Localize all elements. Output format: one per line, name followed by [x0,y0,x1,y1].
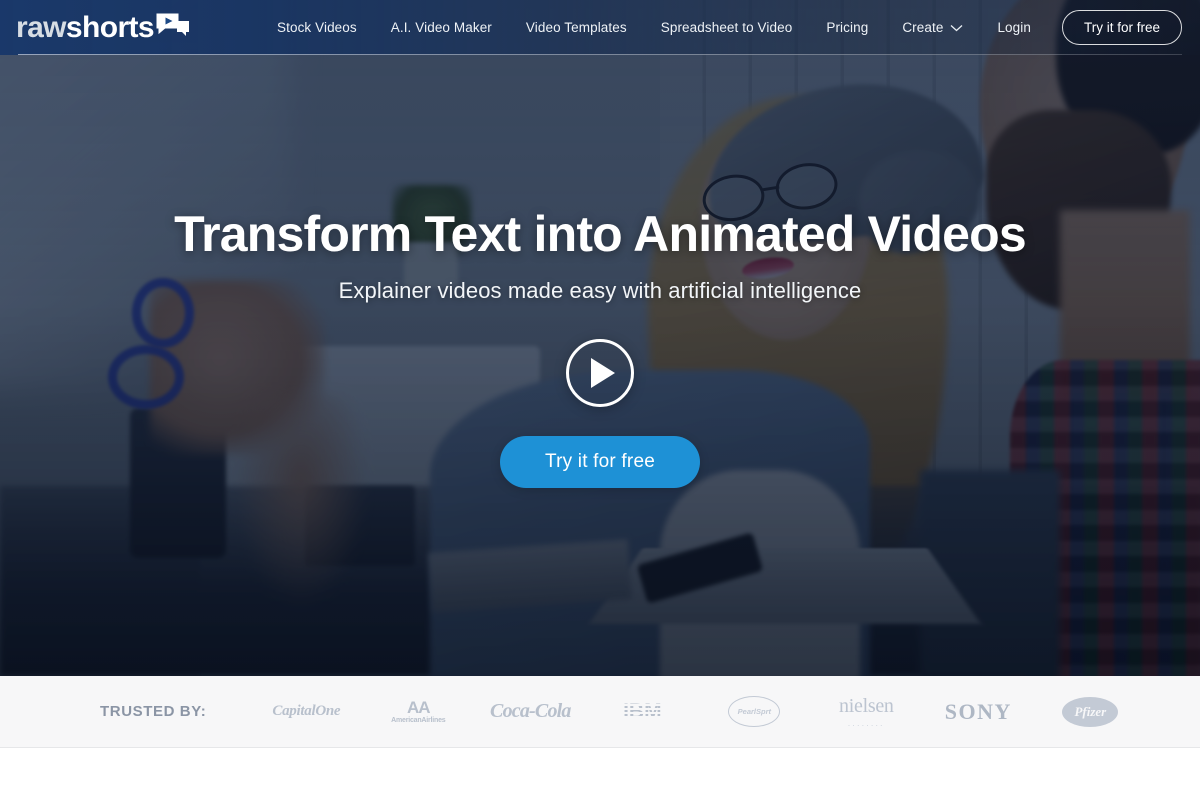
nav-video-templates[interactable]: Video Templates [509,20,644,35]
logo-text-shorts: shorts [65,10,155,44]
landing-page: rawshorts Stock Videos A.I. Video Maker … [0,0,1200,800]
play-icon[interactable] [566,339,634,407]
hero-title: Transform Text into Animated Videos [174,206,1027,262]
nav-spreadsheet-to-video[interactable]: Spreadsheet to Video [644,20,810,35]
hero-content: Transform Text into Animated Videos Expl… [0,0,1200,676]
nav-create-label: Create [902,20,944,35]
logo-ibm[interactable]: IBM [586,688,698,736]
hero-subtitle: Explainer videos made easy with artifici… [338,278,862,303]
logo[interactable]: rawshorts [16,12,190,43]
logo-coca-cola[interactable]: Coca-Cola [474,688,586,736]
video-chat-bubble-icon [156,12,190,43]
nav-stock-videos[interactable]: Stock Videos [260,20,374,35]
nav-create[interactable]: Create [885,20,980,35]
logo-capital-one[interactable]: CapitalOne [250,688,362,736]
nav-login[interactable]: Login [980,20,1048,35]
header-try-it-for-free-button[interactable]: Try it for free [1061,10,1182,45]
logo-nielsen[interactable]: nielsen ........ [810,688,922,736]
nav-pricing[interactable]: Pricing [809,20,885,35]
site-header: rawshorts Stock Videos A.I. Video Maker … [0,0,1200,55]
chevron-down-icon [950,20,963,35]
below-fold-area [0,749,1200,800]
logo-text-raw: raw [16,10,67,44]
trusted-by-bar: TRUSTED BY: CapitalOne AA AmericanAirlin… [0,676,1200,748]
hero-try-it-for-free-button[interactable]: Try it for free [500,436,700,488]
nav-ai-video-maker[interactable]: A.I. Video Maker [374,20,509,35]
main-navigation: Stock Videos A.I. Video Maker Video Temp… [260,10,1182,45]
trusted-logo-row: CapitalOne AA AmericanAirlines Coca-Cola… [250,688,1146,736]
trusted-by-label: TRUSTED BY: [100,703,207,720]
logo-sony[interactable]: SONY [922,688,1034,736]
logo-pfizer[interactable]: Pfizer [1034,688,1146,736]
logo-oval-badge[interactable]: PearlSprt [698,688,810,736]
logo-american-airlines[interactable]: AA AmericanAirlines [362,688,474,736]
